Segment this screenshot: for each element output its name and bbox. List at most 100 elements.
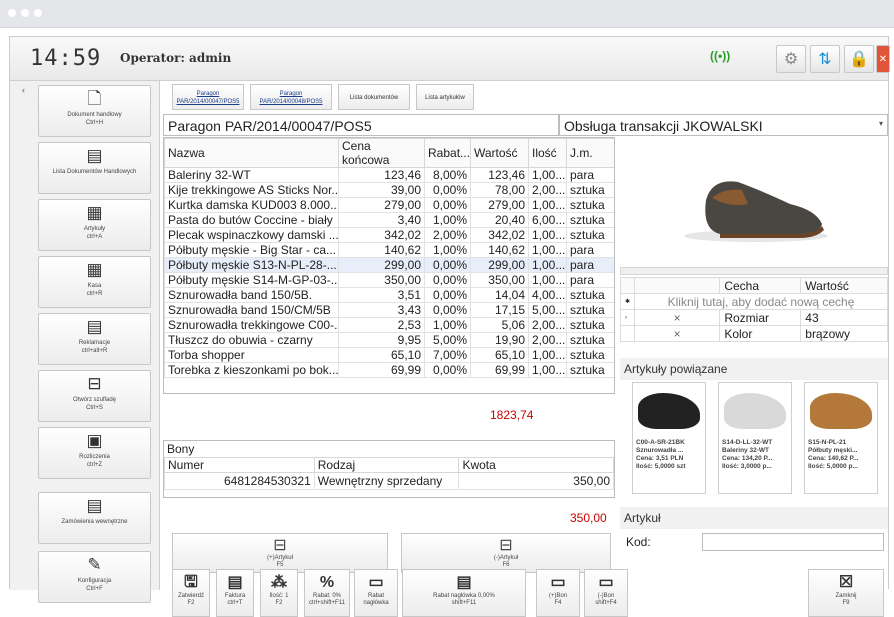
related-qty: Ilość: 3,0000 p... xyxy=(722,463,772,470)
table-row[interactable]: Pasta do butów Coccine - biały 3,40 1,00% 2… xyxy=(164,212,614,228)
vouchers-total: 350,00 xyxy=(570,511,607,525)
table-row[interactable]: Półbuty męskie - Big Star - ca... 140,62 1… xyxy=(164,242,614,258)
table-row[interactable]: Torba shopper 65,10 7,00% 65,10 1,00... sztuk… xyxy=(164,347,614,363)
related-article-card[interactable]: C00-A-SR-21BK Sznurowadła ... Cena: 3,51… xyxy=(632,382,706,494)
features-corner xyxy=(619,277,636,294)
table-row[interactable]: Kije trekkingowe AS Sticks Nor... 39,00 0,… xyxy=(164,182,614,198)
service-value: JKOWALSKI xyxy=(683,118,763,134)
table-row[interactable]: Baleriny 32-WT 123,46 8,00% 123,46 1,00... pa… xyxy=(164,167,614,183)
sidebar-button[interactable]: ▦ Kasa ctrl+R xyxy=(38,256,151,308)
document-tab[interactable]: Lista dokumentów xyxy=(338,84,410,110)
toolbar-button[interactable]: % Rabat: 0% ctrl+shift+F11 xyxy=(304,569,350,617)
table-cell: 78,00 xyxy=(470,182,529,198)
document-tab[interactable]: Lista artykułów xyxy=(416,84,474,110)
tab-title: Lista dokumentów xyxy=(349,95,399,101)
table-cell: para xyxy=(566,167,614,183)
items-total: 1823,74 xyxy=(490,408,534,422)
toolbar-button[interactable]: ▭ Rabat nagłówka xyxy=(354,569,398,617)
complaint-icon: ▤ xyxy=(86,317,103,336)
window-controls[interactable] xyxy=(8,9,42,17)
table-row[interactable]: Sznurowadła trekkingowe C00-... 2,53 1,00%… xyxy=(164,317,614,333)
remove-feature-icon[interactable]: × xyxy=(634,325,721,342)
add-article-button[interactable]: ⊟ (+)Artykuł F5 xyxy=(172,533,388,573)
table-cell: 1,00... xyxy=(528,272,567,288)
related-qty: Ilość: 5,0000 szt xyxy=(636,463,686,470)
remove-feature-icon[interactable]: × xyxy=(634,309,721,326)
toolbar-button[interactable]: ▭ (+)Bon F4 xyxy=(536,569,580,617)
toolbar-button[interactable]: 🖫 Zatwierdź F2 xyxy=(172,569,210,617)
document-tab[interactable]: Paragon PAR/2014/00048/POS5 xyxy=(250,84,332,110)
tab-number: PAR/2014/00047/POS5 xyxy=(176,99,240,105)
voucher-row[interactable]: 6481284530321 Wewnętrzny sprzedany 350,0… xyxy=(164,472,614,490)
column-header[interactable]: Cena końcowa xyxy=(338,138,425,168)
sidebar-button[interactable]: ▣ Rozliczenia ctrl+Z xyxy=(38,427,151,479)
exit-icon[interactable]: ✕ xyxy=(876,45,890,73)
image-scrollbar[interactable] xyxy=(620,267,888,275)
toolbar-button[interactable]: ▭ (-)Bon shift+F4 xyxy=(584,569,628,617)
chevron-down-icon[interactable]: ▾ xyxy=(879,119,883,128)
document-tab[interactable]: Paragon PAR/2014/00047/POS5 xyxy=(172,84,244,110)
related-article-card[interactable]: S15-N-PL-21 Półbuty męski... Cena: 140,6… xyxy=(804,382,878,494)
sidebar-button[interactable]: ✎ Konfiguracja Ctrl+F xyxy=(38,551,151,603)
table-row[interactable]: Kurtka damska KUD003 8.000... 279,00 0,00%… xyxy=(164,197,614,213)
sidebar-button[interactable]: ⊟ Otwórz szufladę Ctrl+S xyxy=(38,370,151,422)
article-title: Artykuł xyxy=(620,507,888,529)
code-input[interactable] xyxy=(702,533,884,551)
column-header[interactable]: Wartość xyxy=(470,138,529,168)
table-row[interactable]: Sznurowadła band 150/5B. 3,51 0,00% 14,04 4,… xyxy=(164,287,614,303)
remove-article-key: F6 xyxy=(502,562,510,568)
feature-name: Rozmiar xyxy=(719,309,802,326)
sync-icon[interactable]: ⇅ xyxy=(810,45,840,73)
signal-icon: ((•)) xyxy=(710,49,731,63)
sidebar-button[interactable]: ▤ Reklamacje ctrl+alt+R xyxy=(38,313,151,365)
feature-col-name[interactable]: Cecha xyxy=(719,277,802,294)
sidebar-button[interactable]: 🗋 Dokument handlowy Ctrl+H xyxy=(38,85,151,137)
feature-col-value[interactable]: Wartość xyxy=(800,277,888,294)
table-row[interactable]: Sznurowadła band 150/CM/5B 3,43 0,00% 17,15… xyxy=(164,302,614,318)
gear-icon[interactable]: ⚙ xyxy=(776,45,806,73)
column-header[interactable]: J.m. xyxy=(566,138,614,168)
toolbar-button[interactable]: ☒ Zamknij F9 xyxy=(808,569,884,617)
sidebar-button-label: Artykuły xyxy=(83,226,106,232)
table-cell: 0,00% xyxy=(424,287,471,303)
invoice-icon: ▤ xyxy=(227,574,243,591)
close-icon: ☒ xyxy=(838,574,854,591)
table-cell: Kije trekkingowe AS Sticks Nor... xyxy=(164,182,339,198)
toolbar-button[interactable]: ⁂ Ilość: 1 F2 xyxy=(260,569,298,617)
table-row[interactable]: Półbuty męskie S14-M-GP-03-... 350,00 0,00… xyxy=(164,272,614,288)
table-cell: sztuka xyxy=(566,317,614,333)
service-field[interactable]: Obsługa transakcji JKOWALSKI ▾ xyxy=(559,114,888,136)
related-price: Cena: 134,20 P... xyxy=(722,455,773,462)
toolbar-button[interactable]: ▤ Faktura ctrl+T xyxy=(216,569,254,617)
column-header[interactable]: Ilość xyxy=(528,138,567,168)
product-thumbnail xyxy=(638,393,700,429)
table-row[interactable]: Plecak wspinaczkowy damski ... 342,02 2,00… xyxy=(164,227,614,243)
toolbar-button[interactable]: ▤ Rabat nagłówka 0,00% shift+F11 xyxy=(402,569,526,617)
voucher-col-type[interactable]: Rodzaj xyxy=(313,457,460,473)
add-feature-row[interactable]: ✱ Kliknij tutaj, aby dodać nową cechę xyxy=(619,293,888,310)
feature-row[interactable]: › × Rozmiar 43 xyxy=(619,309,888,326)
table-cell: 279,00 xyxy=(470,197,529,213)
collapse-icon[interactable]: ‹ xyxy=(22,85,25,95)
table-cell: 1,00... xyxy=(528,197,567,213)
voucher-col-number[interactable]: Numer xyxy=(164,457,315,473)
column-header[interactable]: Rabat... xyxy=(424,138,471,168)
sidebar-button[interactable]: ▤ Lista Dokumentów Handlowych xyxy=(38,142,151,194)
remove-article-button[interactable]: ⊟ (-)Artykuł F6 xyxy=(401,533,611,573)
related-article-card[interactable]: S14-D-LL-32-WT Baleriny 32-WT Cena: 134,… xyxy=(718,382,792,494)
sidebar-button-key: ctrl+Z xyxy=(86,462,103,468)
column-header[interactable]: Nazwa xyxy=(164,138,339,168)
grid-icon: ▦ xyxy=(86,203,103,222)
table-cell: 342,02 xyxy=(338,227,425,243)
voucher-col-amount[interactable]: Kwota xyxy=(458,457,614,473)
sidebar-button[interactable]: ▤ Zamówienia wewnętrzne xyxy=(38,492,151,544)
table-row[interactable]: Tłuszcz do obuwia - czarny 9,95 5,00% 19,90… xyxy=(164,332,614,348)
sidebar-button[interactable]: ▦ Artykuły ctrl+A xyxy=(38,199,151,251)
table-row[interactable]: Półbuty męskie S13-N-PL-28-... 299,00 0,00… xyxy=(164,257,614,273)
table-row[interactable]: Torebka z kieszonkami po bok... 69,99 0,00… xyxy=(164,362,614,378)
feature-row[interactable]: × Kolor brązowy xyxy=(619,325,888,342)
table-cell: Półbuty męskie S14-M-GP-03-... xyxy=(164,272,339,288)
save-icon: 🖫 xyxy=(184,574,198,591)
service-label: Obsługa transakcji xyxy=(564,118,680,134)
lock-icon[interactable]: 🔒 xyxy=(844,45,874,73)
